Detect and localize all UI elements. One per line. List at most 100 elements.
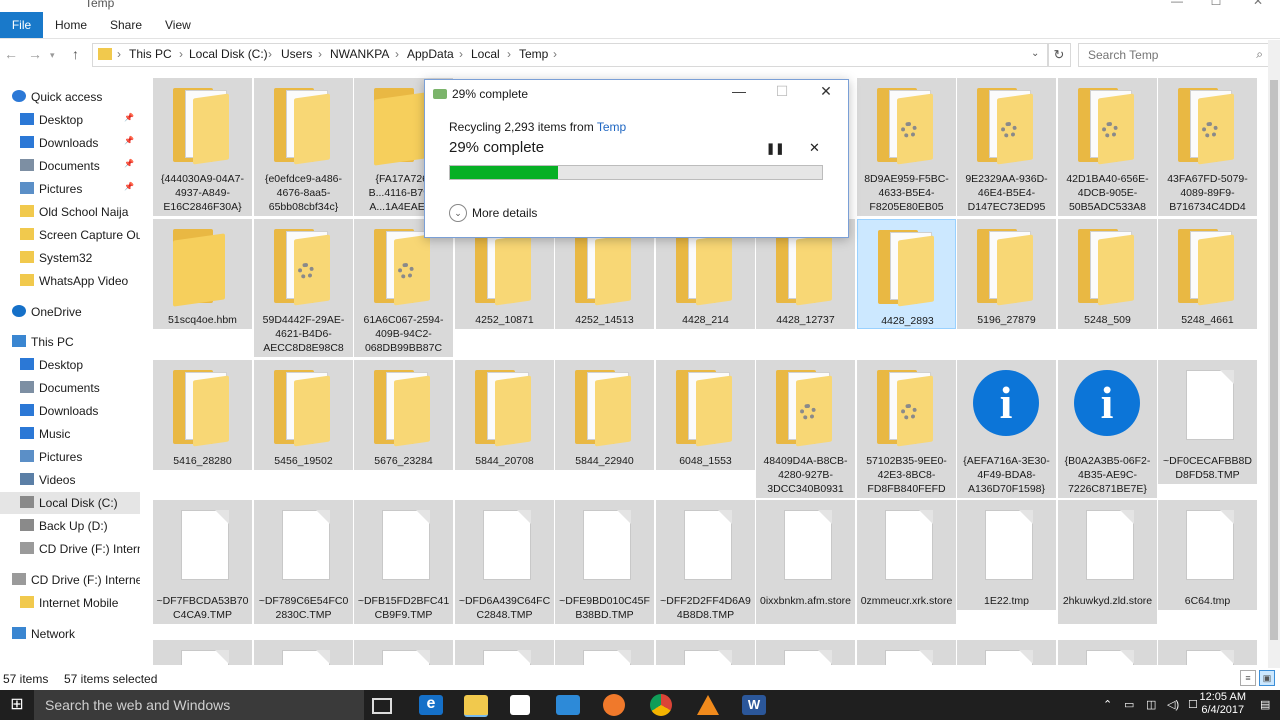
file-item[interactable]	[254, 640, 353, 665]
file-item[interactable]: 59D4442F-29AE-4621-B4D6-AECC8D8E98C8	[254, 219, 353, 357]
file-item[interactable]: i {B0A2A3B5-06F2-4B35-AE9C-7226C871BE7E}	[1058, 360, 1157, 498]
file-item[interactable]: 43FA67FD-5079-4089-89F9-B716734C4DD4	[1158, 78, 1257, 216]
file-item[interactable]: 1E22.tmp	[957, 500, 1056, 610]
nav-item-network[interactable]: Network	[0, 623, 140, 645]
nav-item-desktop[interactable]: Desktop	[0, 354, 140, 376]
nav-item-local-disk-c[interactable]: Local Disk (C:)	[0, 492, 140, 514]
file-item[interactable]	[555, 640, 654, 665]
nav-item-quick-access[interactable]: Quick access	[0, 86, 140, 108]
nav-item-internet-mobile[interactable]: Internet Mobile	[0, 592, 140, 614]
network-tray-icon[interactable]: ◫	[1146, 698, 1156, 711]
file-item[interactable]: 4428_2893	[857, 219, 956, 329]
breadcrumb-users[interactable]: Users	[281, 47, 312, 61]
nav-item-downloads[interactable]: Downloads 📌	[0, 132, 140, 154]
nav-item-documents[interactable]: Documents	[0, 377, 140, 399]
chevron-up-icon[interactable]: ⌃	[1103, 698, 1112, 711]
file-item[interactable]: ~DF7FBCDA53B70C4CA9.TMP	[153, 500, 252, 624]
minimize-icon[interactable]: —	[724, 83, 754, 99]
search-box[interactable]: ⌕	[1078, 43, 1270, 67]
file-item[interactable]	[153, 640, 252, 665]
nav-item-old-school-naija[interactable]: Old School Naija	[0, 201, 140, 223]
file-item[interactable]: ~DFF2D2FF4D6A94B8D8.TMP	[656, 500, 755, 624]
file-item[interactable]: i {AEFA716A-3E30-4F49-BDA8-A136D70F1598}	[957, 360, 1056, 498]
cancel-button[interactable]: ✕	[809, 140, 820, 156]
breadcrumb-local-disk[interactable]: Local Disk (C:)	[189, 47, 268, 61]
vertical-scrollbar[interactable]	[1268, 40, 1280, 668]
breadcrumb-nwankpa[interactable]: NWANKPA	[330, 47, 389, 61]
address-bar[interactable]: › This PC › Local Disk (C:) › Users › NW…	[92, 43, 1049, 67]
search-icon[interactable]: ⌕	[1256, 47, 1263, 62]
file-item[interactable]: 5248_509	[1058, 219, 1157, 329]
nav-item-this-pc[interactable]: This PC	[0, 331, 140, 353]
nav-item-desktop[interactable]: Desktop 📌	[0, 109, 140, 131]
breadcrumb-temp[interactable]: Temp	[519, 47, 548, 61]
nav-item-documents[interactable]: Documents 📌	[0, 155, 140, 177]
battery-icon[interactable]: ▭	[1124, 698, 1134, 711]
file-item[interactable]: 8D9AE959-F5BC-4633-B5E4-F8205E80EB05	[857, 78, 956, 216]
breadcrumb-local[interactable]: Local	[471, 47, 500, 61]
file-item[interactable]	[455, 640, 554, 665]
nav-item-music[interactable]: Music	[0, 423, 140, 445]
file-item[interactable]	[756, 640, 855, 665]
file-item[interactable]: 48409D4A-B8CB-4280-927B-3DCC340B0931	[756, 360, 855, 498]
nav-item-pictures[interactable]: Pictures 📌	[0, 178, 140, 200]
file-item[interactable]: 5844_20708	[455, 360, 554, 470]
volume-icon[interactable]: ◁)	[1167, 698, 1179, 711]
file-item[interactable]: 5416_28280	[153, 360, 252, 470]
nav-item-cd-drive-f-internet[interactable]: CD Drive (F:) Internet	[0, 569, 140, 591]
search-input[interactable]	[1086, 47, 1250, 63]
file-item[interactable]: 9E2329AA-936D-46E4-B5E4-D147EC73ED95	[957, 78, 1056, 216]
file-explorer-icon[interactable]	[464, 695, 488, 717]
file-item[interactable]: ~DF0CECAFBB8DD8FD58.TMP	[1158, 360, 1257, 484]
file-item[interactable]: {e0efdce9-a486-4676-8aa5-65bb08cbf34c}	[254, 78, 353, 216]
file-item[interactable]	[857, 640, 956, 665]
forward-icon[interactable]: →	[28, 46, 42, 62]
maximize-icon[interactable]: ☐	[1196, 0, 1236, 8]
file-item[interactable]: 57102B35-9EE0-42E3-8BC8-FD8FB840FEFD	[857, 360, 956, 498]
file-item[interactable]: 5248_4661	[1158, 219, 1257, 329]
task-view-icon[interactable]	[372, 698, 392, 714]
nav-item-cd-drive-f-interne[interactable]: CD Drive (F:) Interne	[0, 538, 140, 560]
source-folder-link[interactable]: Temp	[597, 120, 626, 134]
large-icons-view-icon[interactable]: ▣	[1259, 670, 1275, 686]
nav-item-onedrive[interactable]: OneDrive	[0, 301, 140, 323]
pause-button[interactable]: ❚❚	[766, 142, 784, 155]
file-item[interactable]: 5456_19502	[254, 360, 353, 470]
photos-app-icon[interactable]	[556, 695, 580, 715]
recent-locations-icon[interactable]: ▾	[50, 50, 55, 61]
tab-view[interactable]: View	[165, 12, 191, 38]
notifications-icon[interactable]: ▤	[1260, 698, 1270, 711]
close-icon[interactable]: ✕	[1238, 0, 1278, 8]
file-item[interactable]: {444030A9-04A7-4937-A849-E16C2846F30A}	[153, 78, 252, 216]
word-icon[interactable]: W	[742, 695, 766, 715]
file-item[interactable]: 0zmmeucr.xrk.store	[857, 500, 956, 624]
file-item[interactable]: 6C64.tmp	[1158, 500, 1257, 610]
file-item[interactable]: 6048_1553	[656, 360, 755, 470]
details-view-icon[interactable]: ≡	[1240, 670, 1256, 686]
tab-file[interactable]: File	[0, 12, 43, 38]
tab-share[interactable]: Share	[110, 12, 142, 38]
file-item[interactable]: 42D1BA40-656E-4DCB-905E-50B5ADC533A8	[1058, 78, 1157, 216]
file-item[interactable]: 51scq4oe.hbm	[153, 219, 252, 329]
chrome-icon[interactable]	[650, 694, 672, 716]
file-item[interactable]: ~DFD6A439C64FCC2848.TMP	[455, 500, 554, 624]
store-icon[interactable]	[510, 695, 530, 715]
nav-item-downloads[interactable]: Downloads	[0, 400, 140, 422]
file-item[interactable]: 0ixxbnkm.afm.store	[756, 500, 855, 624]
file-item[interactable]: 5844_22940	[555, 360, 654, 470]
file-item[interactable]: 2hkuwkyd.zld.store	[1058, 500, 1157, 624]
nav-item-pictures[interactable]: Pictures	[0, 446, 140, 468]
nav-item-screen-capture-out[interactable]: Screen Capture Out	[0, 224, 140, 246]
file-item[interactable]	[354, 640, 453, 665]
ime-icon[interactable]: ☐	[1188, 698, 1198, 711]
refresh-button[interactable]: ↻	[1047, 43, 1071, 67]
nav-item-system32[interactable]: System32	[0, 247, 140, 269]
file-item[interactable]: ~DFE9BD010C45FB38BD.TMP	[555, 500, 654, 624]
file-item[interactable]	[957, 640, 1056, 665]
file-item[interactable]: ~DFB15FD2BFC41CB9F9.TMP	[354, 500, 453, 624]
edge-browser-icon[interactable]: e	[419, 695, 443, 715]
breadcrumb-appdata[interactable]: AppData	[407, 47, 454, 61]
scrollbar-thumb[interactable]	[1270, 80, 1278, 640]
file-item[interactable]: ~DF789C6E54FC02830C.TMP	[254, 500, 353, 624]
nav-item-whatsapp-video[interactable]: WhatsApp Video	[0, 270, 140, 292]
